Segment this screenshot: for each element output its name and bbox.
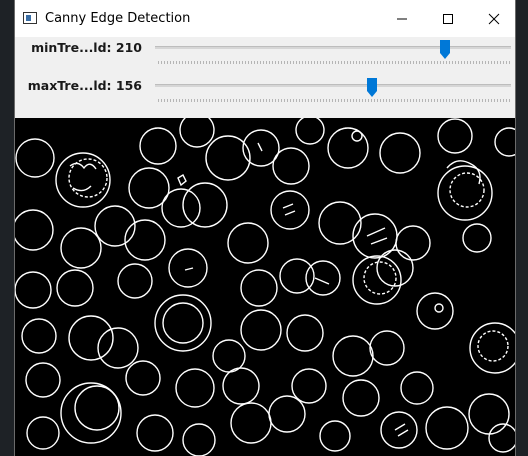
maximize-button[interactable] xyxy=(425,0,471,37)
canny-window: Canny Edge Detection minTre...ld: 210 ma… xyxy=(14,0,516,456)
minimize-button[interactable] xyxy=(379,0,425,37)
trackbar-max-threshold: maxTre...ld: 156 xyxy=(15,75,515,113)
title-bar[interactable]: Canny Edge Detection xyxy=(15,0,515,37)
trackbar-thumb-max[interactable] xyxy=(366,78,377,97)
trackbar-label-min: minTre...ld: 210 xyxy=(31,40,142,55)
edge-detection-image xyxy=(15,118,515,456)
trackbar-panel: minTre...ld: 210 maxTre...ld: 156 xyxy=(15,37,515,118)
trackbar-label-max: maxTre...ld: 156 xyxy=(27,78,142,93)
close-button[interactable] xyxy=(471,0,515,37)
maximize-icon xyxy=(443,13,453,24)
edge-image-canvas xyxy=(15,118,515,456)
trackbar-track-max[interactable] xyxy=(155,84,511,87)
close-icon xyxy=(488,13,500,24)
trackbar-track-min[interactable] xyxy=(155,46,511,49)
trackbar-ticks-max xyxy=(158,99,510,102)
trackbar-min-threshold: minTre...ld: 210 xyxy=(15,37,515,75)
trackbar-thumb-min[interactable] xyxy=(439,40,450,59)
minimize-icon xyxy=(397,18,407,19)
window-app-icon xyxy=(23,12,37,24)
trackbar-ticks-min xyxy=(158,61,510,64)
window-title: Canny Edge Detection xyxy=(45,11,191,26)
